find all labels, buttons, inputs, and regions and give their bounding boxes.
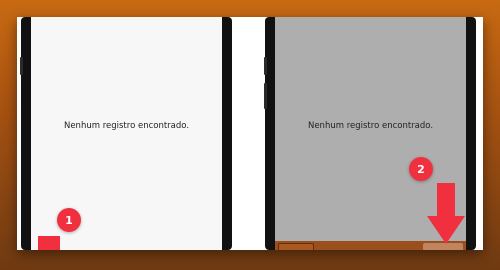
pointer-arrow-shaft <box>437 183 455 217</box>
phone-mockup-left: Nenhum registro encontrado. <box>20 17 232 250</box>
step-badge-1: 1 <box>57 208 81 232</box>
step-badge-2: 2 <box>409 157 433 181</box>
tutorial-card: Nenhum registro encontrado. 1 Nenhum reg… <box>17 17 483 250</box>
add-record-button[interactable] <box>38 236 60 250</box>
empty-state-message: Nenhum registro encontrado. <box>307 121 434 131</box>
bottom-bar-right-button[interactable] <box>423 243 463 250</box>
phone-side-button <box>20 57 23 75</box>
phone-side-button <box>264 57 267 75</box>
phone-side-button <box>264 83 267 109</box>
bottom-bar-left-button[interactable] <box>278 243 314 250</box>
arrow-down-icon <box>427 216 465 244</box>
empty-state-message: Nenhum registro encontrado. <box>63 121 190 131</box>
